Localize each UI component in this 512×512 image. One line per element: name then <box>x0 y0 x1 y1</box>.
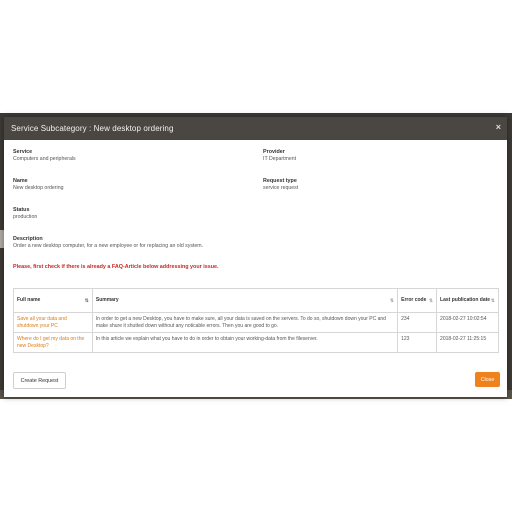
name-field: Name New desktop ordering <box>13 178 63 192</box>
column-header-full-name[interactable]: Full name ⇅ <box>13 288 93 313</box>
faq-warning: Please, first check if there is already … <box>13 264 219 270</box>
name-label: Name <box>13 178 28 184</box>
request-type-label: Request type <box>263 178 297 184</box>
status-value: production <box>13 214 38 220</box>
column-header-summary[interactable]: Summary ⇅ <box>91 288 399 313</box>
table-row: Save all your data and shutdown your PC … <box>13 312 499 333</box>
error-code-cell: 123 <box>397 332 438 353</box>
summary-cell: In order to get a new Desktop, you have … <box>91 312 399 333</box>
name-value: New desktop ordering <box>13 185 64 191</box>
provider-field: Provider IT Department <box>263 149 296 163</box>
provider-value: IT Department <box>263 156 297 162</box>
modal-header: Service Subcategory : New desktop orderi… <box>4 117 507 140</box>
sort-icon: ⇅ <box>84 297 89 304</box>
sort-icon: ⇅ <box>428 297 434 304</box>
request-type-field: Request type service request <box>263 178 298 192</box>
description-field: Description Order a new desktop computer… <box>13 236 203 250</box>
date-cell: 2018-02-27 10:02:54 <box>436 312 499 333</box>
error-code-cell: 234 <box>397 312 438 333</box>
column-header-error-code[interactable]: Error code ⇅ <box>397 288 438 313</box>
faq-article-link[interactable]: Where do I get my data on the new Deskto… <box>17 336 84 349</box>
faq-article-link[interactable]: Save all your data and shutdown your PC <box>17 316 67 329</box>
sort-icon: ⇅ <box>490 297 495 304</box>
column-header-last-publication-date[interactable]: Last publication date ⇅ <box>436 288 499 313</box>
description-value: Order a new desktop computer, for a new … <box>13 243 204 249</box>
sort-icon: ⇅ <box>389 297 395 304</box>
description-label: Description <box>13 236 43 242</box>
faq-table: Full name ⇅ Summary ⇅ Error code ⇅ Last pub… <box>13 288 499 353</box>
close-button[interactable]: Close <box>475 372 500 387</box>
date-cell: 2018-02-27 11:25:15 <box>436 332 499 353</box>
modal-title: Service Subcategory : New desktop orderi… <box>11 124 174 133</box>
provider-label: Provider <box>263 149 285 155</box>
create-request-button[interactable]: Create Request <box>13 372 66 389</box>
table-row: Where do I get my data on the new Deskto… <box>13 332 499 353</box>
status-field: Status production <box>13 207 37 221</box>
service-value: Computers and peripherals <box>13 156 76 162</box>
close-icon[interactable]: × <box>496 122 501 132</box>
service-label: Service <box>13 149 33 155</box>
service-field: Service Computers and peripherals <box>13 149 76 163</box>
service-subcategory-modal: Service Subcategory : New desktop orderi… <box>4 117 507 397</box>
status-label: Status <box>13 207 30 213</box>
summary-cell: In this article we explain what you have… <box>91 332 399 353</box>
request-type-value: service request <box>263 185 299 191</box>
